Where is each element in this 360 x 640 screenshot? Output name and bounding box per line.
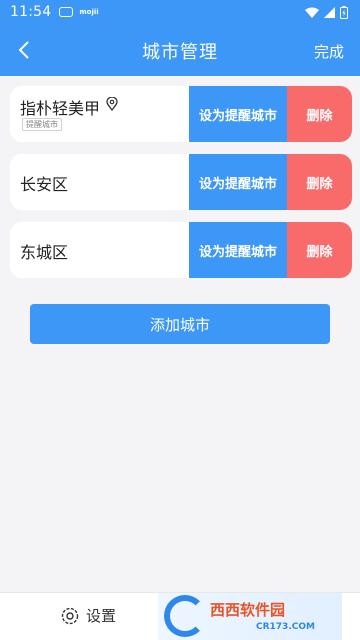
city-name: 东城区: [20, 243, 69, 262]
app-label: mojii: [79, 8, 99, 16]
city-row[interactable]: 长安区 设为提醒城市 删除: [10, 154, 352, 210]
set-reminder-city-button[interactable]: 设为提醒城市: [189, 154, 287, 210]
gear-icon: [61, 607, 79, 624]
set-reminder-city-button[interactable]: 设为提醒城市: [189, 222, 287, 278]
watermark: 西西软件园 CR173.COM: [158, 593, 342, 640]
city-name: 长安区: [20, 175, 69, 194]
page-title: 城市管理: [142, 42, 218, 63]
app-notification-icon: [59, 7, 74, 17]
set-reminder-city-button[interactable]: 设为提醒城市: [189, 86, 287, 142]
status-icons: [305, 5, 348, 19]
status-bar: 11:54 mojii: [0, 0, 360, 24]
city-list: 指朴轻美甲 提醒城市 设为提醒城市 删除 长安区 设为提醒城市 删除 东城区 设…: [10, 86, 352, 290]
wifi-icon: [305, 7, 319, 18]
status-time: 11:54: [10, 4, 52, 20]
nav-bar: 城市管理 完成: [0, 24, 360, 76]
city-row[interactable]: 指朴轻美甲 提醒城市 设为提醒城市 删除: [10, 86, 352, 142]
delete-button[interactable]: 删除: [287, 154, 352, 210]
done-button[interactable]: 完成: [314, 41, 344, 62]
signal-icon: [324, 6, 335, 18]
settings-button[interactable]: 设置: [60, 605, 116, 626]
city-row[interactable]: 东城区 设为提醒城市 删除: [10, 222, 352, 278]
battery-icon: [340, 5, 348, 19]
watermark-text: 西西软件园: [210, 601, 286, 619]
location-pin-icon: [106, 97, 118, 111]
add-city-button[interactable]: 添加城市: [30, 304, 330, 344]
delete-button[interactable]: 删除: [287, 86, 352, 142]
watermark-sub: CR173.COM: [256, 622, 315, 632]
bottom-bar: 设置 西西软件园 CR173.COM: [0, 592, 360, 640]
settings-label: 设置: [86, 607, 117, 625]
delete-button[interactable]: 删除: [287, 222, 352, 278]
header: 11:54 mojii 城市管理 完成: [0, 0, 360, 76]
watermark-logo: [164, 595, 206, 637]
city-name: 指朴轻美甲: [20, 99, 101, 118]
reminder-city-badge: 提醒城市: [22, 118, 62, 131]
